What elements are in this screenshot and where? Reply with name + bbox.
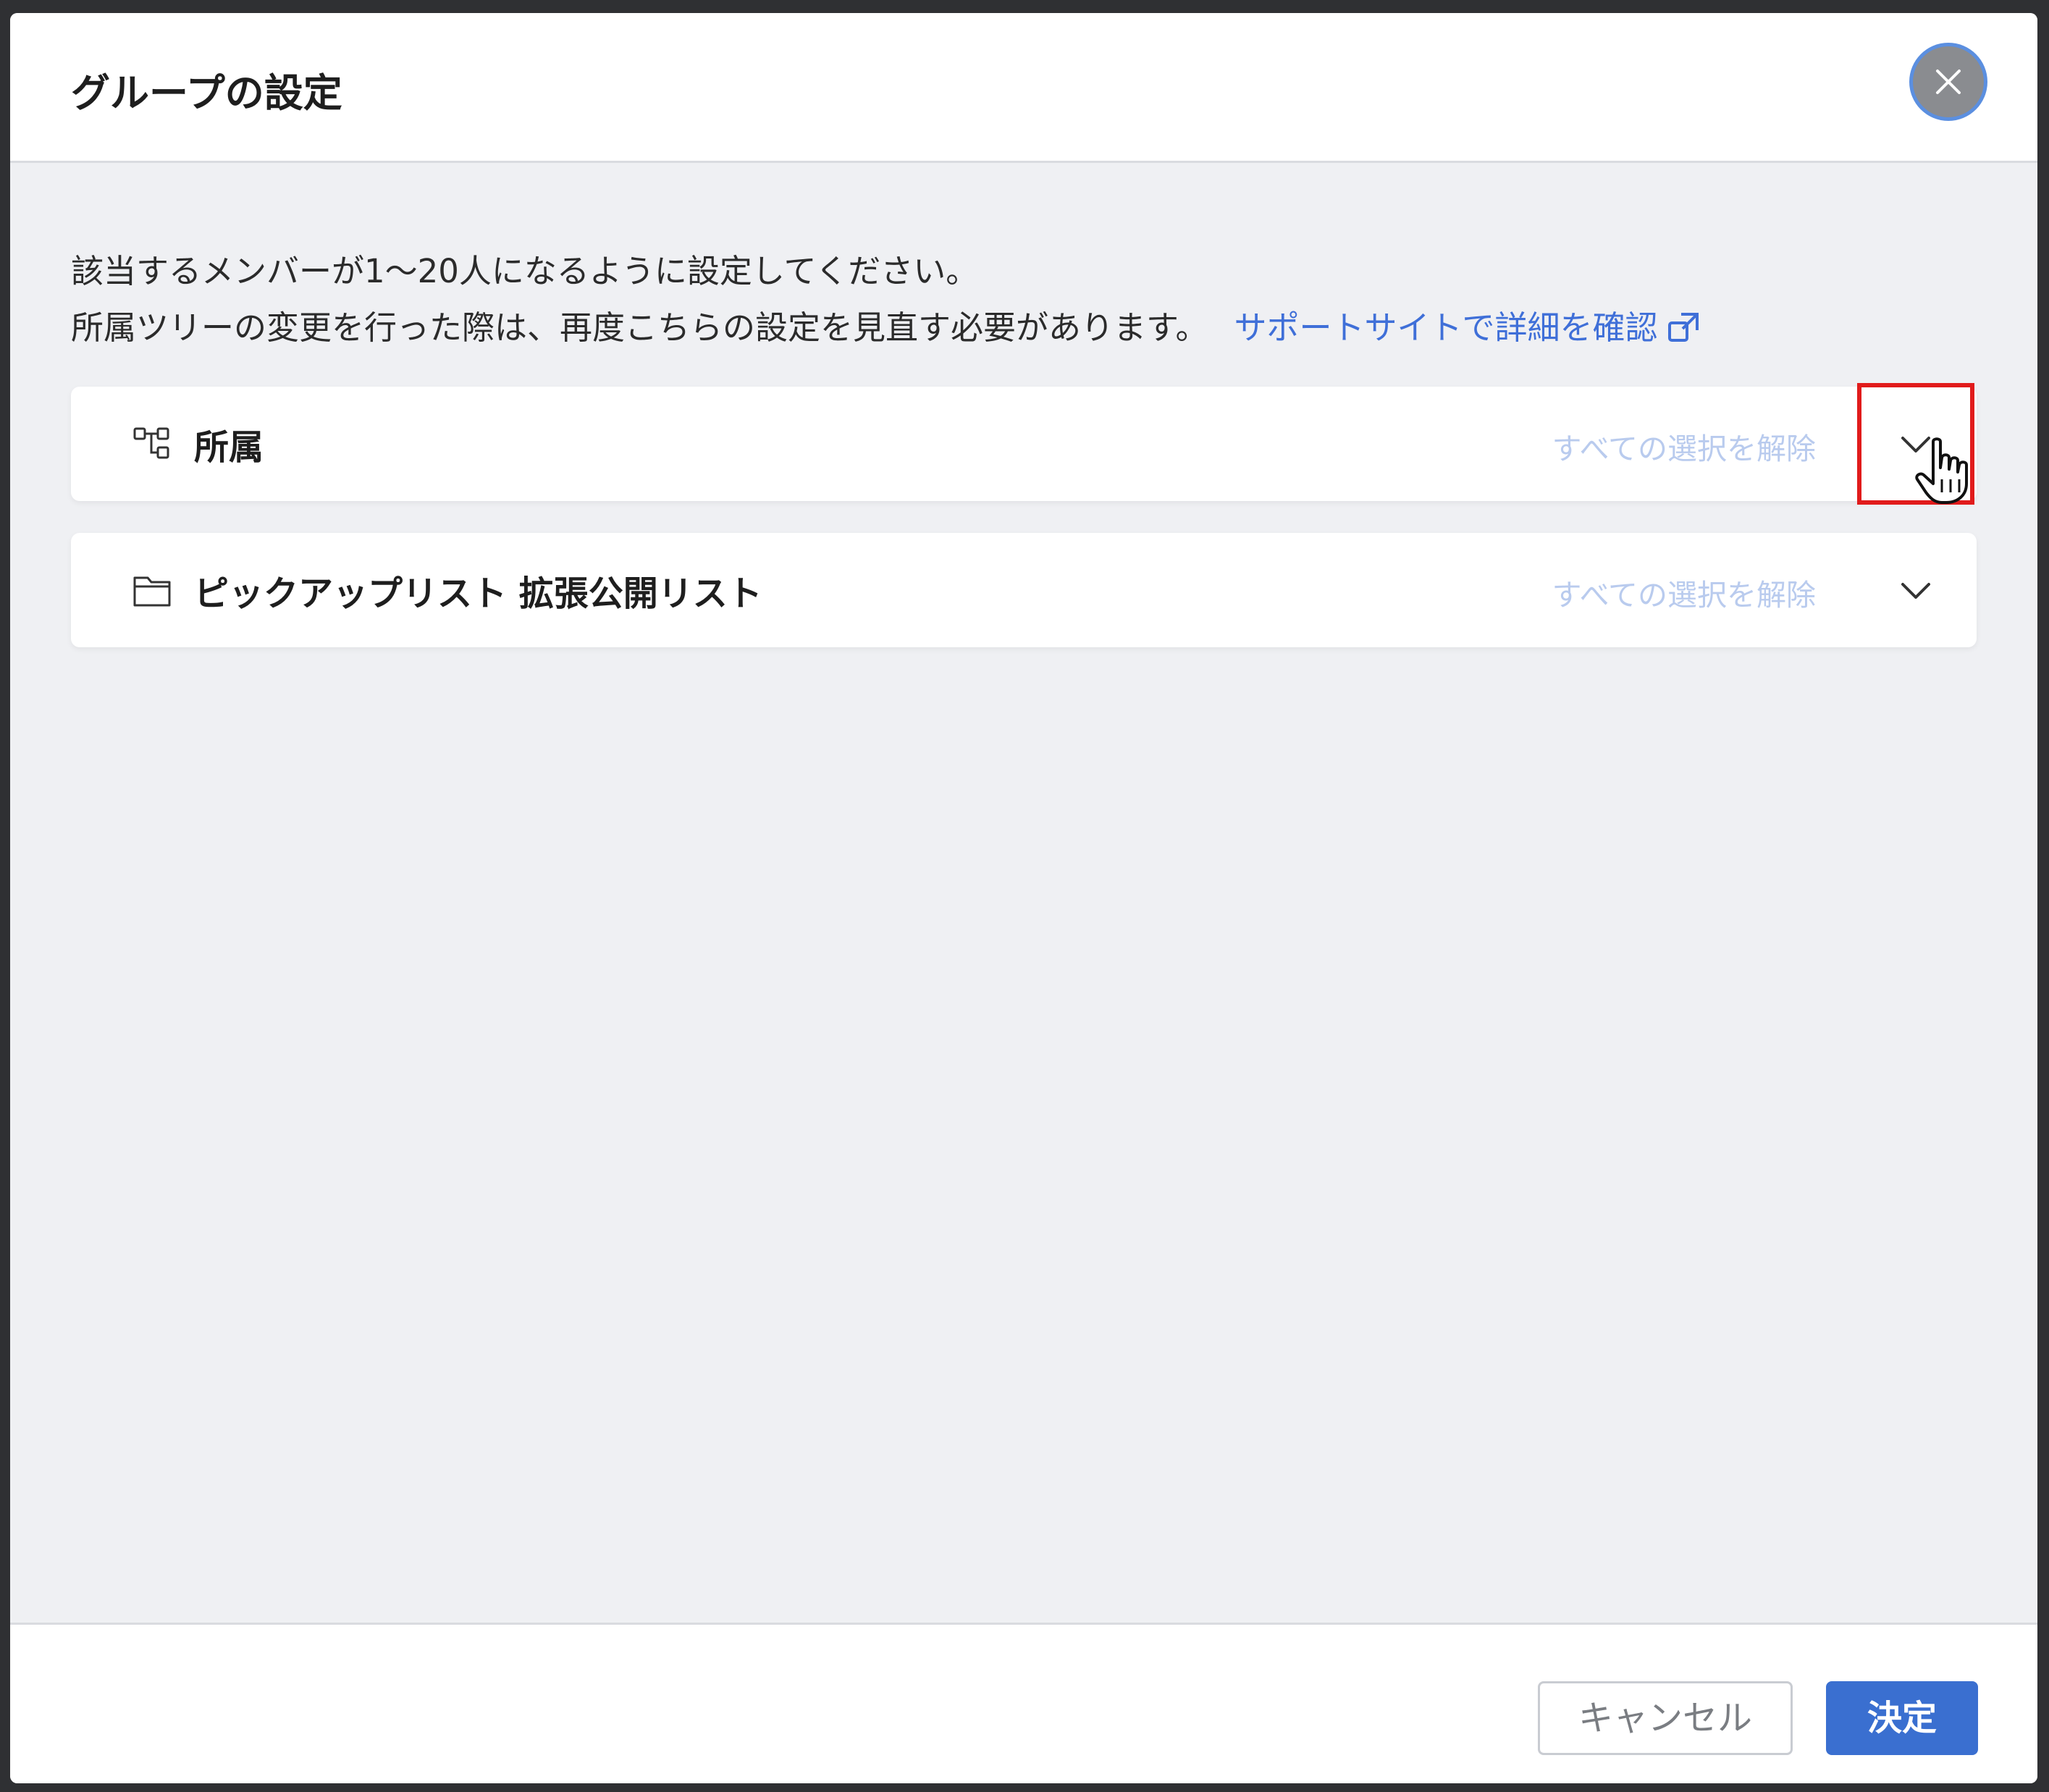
description-line-2: 所属ツリーの変更を行った際は、再度こちらの設定を見直す必要があります。 サポートサ… (71, 300, 1701, 356)
description-line-2-text: 所属ツリーの変更を行った際は、再度こちらの設定を見直す必要があります。 (71, 308, 1208, 347)
support-site-link-label: サポートサイトで詳細を確認 (1234, 308, 1658, 347)
confirm-button[interactable]: 決定 (1826, 1681, 1978, 1755)
close-icon (1936, 70, 1961, 94)
clear-all-selection-link[interactable]: すべての選択を解除 (1552, 571, 1817, 614)
hand-pointer-icon (1915, 437, 1968, 504)
description: 該当するメンバーが1〜20人になるように設定してください。 所属ツリーの変更を行… (71, 243, 1701, 356)
chevron-down-icon[interactable] (1898, 573, 1933, 607)
cancel-button[interactable]: キャンセル (1538, 1681, 1793, 1755)
section-title: 所属 (194, 427, 264, 468)
section-title: ピックアップリスト 拡張公開リスト (194, 573, 762, 614)
folder-icon (133, 576, 171, 607)
external-link-icon (1667, 313, 1699, 342)
dialog-title: グループの設定 (71, 70, 342, 116)
description-line-1: 該当するメンバーが1〜20人になるように設定してください。 (71, 252, 979, 290)
clear-all-selection-link[interactable]: すべての選択を解除 (1552, 424, 1817, 468)
dialog-header: グループの設定 (10, 13, 2037, 163)
section-affiliation[interactable]: 所属 すべての選択を解除 (71, 383, 1977, 505)
close-button[interactable] (1913, 46, 1984, 117)
tree-structure-icon (133, 427, 169, 459)
group-settings-dialog: グループの設定 該当するメンバーが1〜20人になるように設定してください。 所属… (10, 13, 2037, 1783)
dialog-footer: キャンセル 決定 (10, 1623, 2037, 1783)
section-pickup-list[interactable]: ピックアップリスト 拡張公開リスト すべての選択を解除 (71, 533, 1977, 647)
support-site-link[interactable]: サポートサイトで詳細を確認 (1234, 308, 1701, 347)
